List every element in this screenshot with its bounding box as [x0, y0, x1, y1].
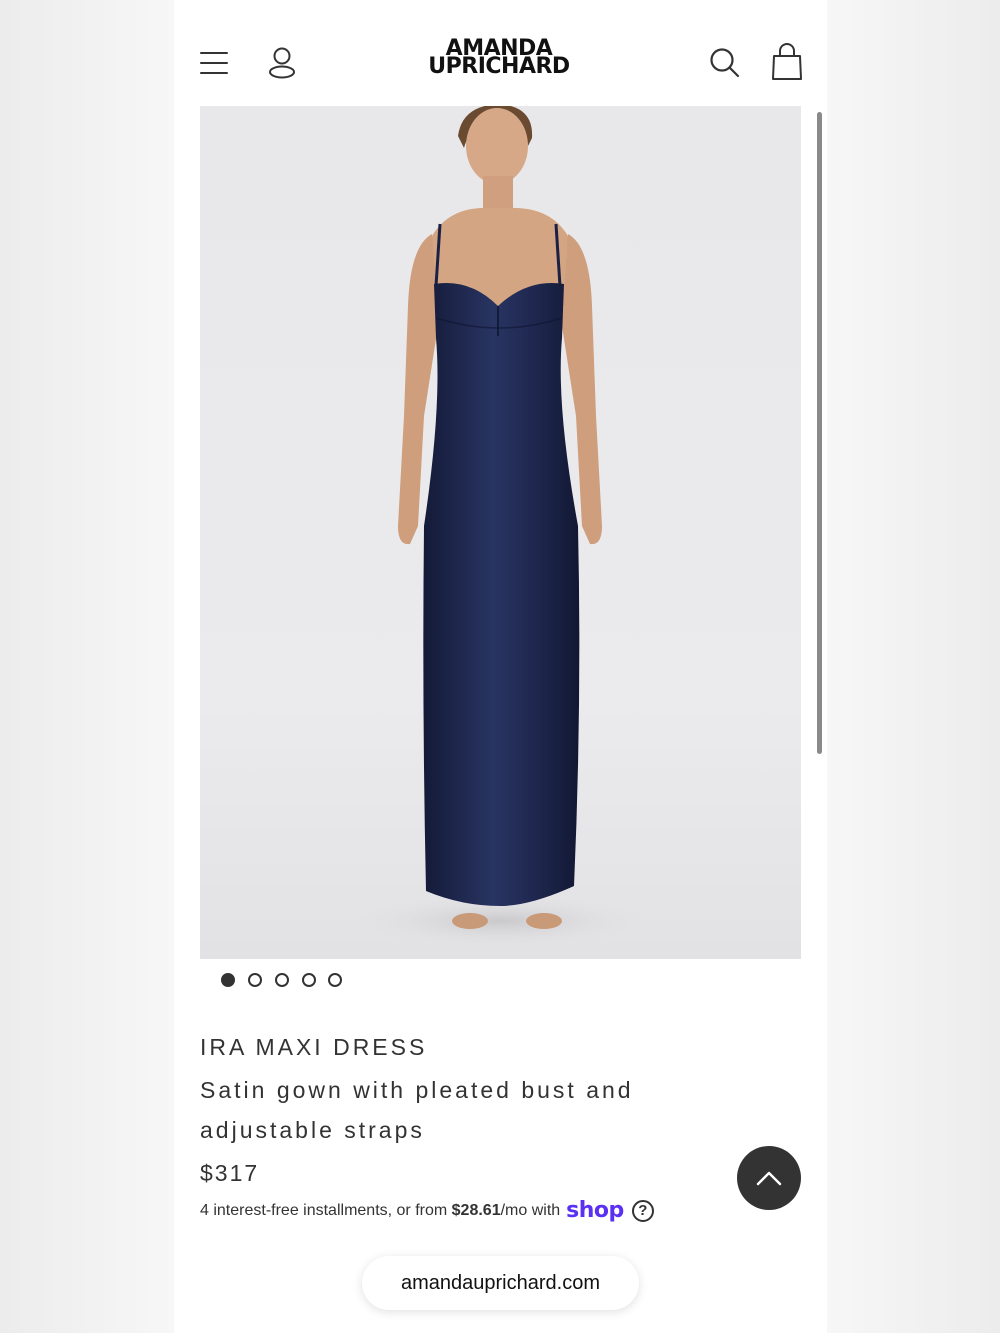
search-icon[interactable] [708, 46, 742, 80]
page-margin-left [0, 0, 174, 1333]
gallery-dot-3[interactable] [275, 973, 289, 987]
brand-logo[interactable]: AMANDA UPRICHARD [399, 38, 599, 80]
page-margin-right [826, 0, 1000, 1333]
shopping-bag-icon[interactable] [771, 43, 803, 81]
gallery-dot-4[interactable] [302, 973, 316, 987]
gallery-dot-5[interactable] [328, 973, 342, 987]
browser-url-bar[interactable]: amandauprichard.com [362, 1256, 639, 1310]
gallery-dot-1[interactable] [221, 973, 235, 987]
installment-suffix: /mo with [500, 1201, 561, 1219]
scrollbar[interactable] [817, 112, 822, 754]
model-dress-illustration [340, 106, 660, 951]
logo-line-2: UPRICHARD [428, 54, 570, 79]
installments-text: 4 interest-free installments, or from [200, 1201, 448, 1219]
chevron-up-icon [756, 1171, 782, 1186]
back-to-top-button[interactable] [737, 1146, 801, 1210]
product-price: $317 [200, 1160, 260, 1186]
mobile-page: AMANDA UPRICHARD IRA MAXI DRESS Satin go… [174, 0, 827, 1333]
hamburger-menu-icon[interactable] [200, 50, 228, 76]
installments-info: 4 interest-free installments, or from $2… [200, 1198, 654, 1223]
product-image[interactable] [200, 106, 801, 959]
product-description: Satin gown with pleated bust and adjusta… [200, 1077, 634, 1143]
installment-amount: $28.61 [451, 1201, 501, 1219]
product-title: IRA MAXI DRESS [200, 1034, 428, 1060]
help-icon[interactable]: ? [631, 1199, 654, 1222]
site-header: AMANDA UPRICHARD [174, 0, 827, 106]
shop-pay-logo[interactable]: shop [566, 1198, 624, 1223]
gallery-dot-2[interactable] [248, 973, 262, 987]
account-icon[interactable] [266, 46, 298, 80]
